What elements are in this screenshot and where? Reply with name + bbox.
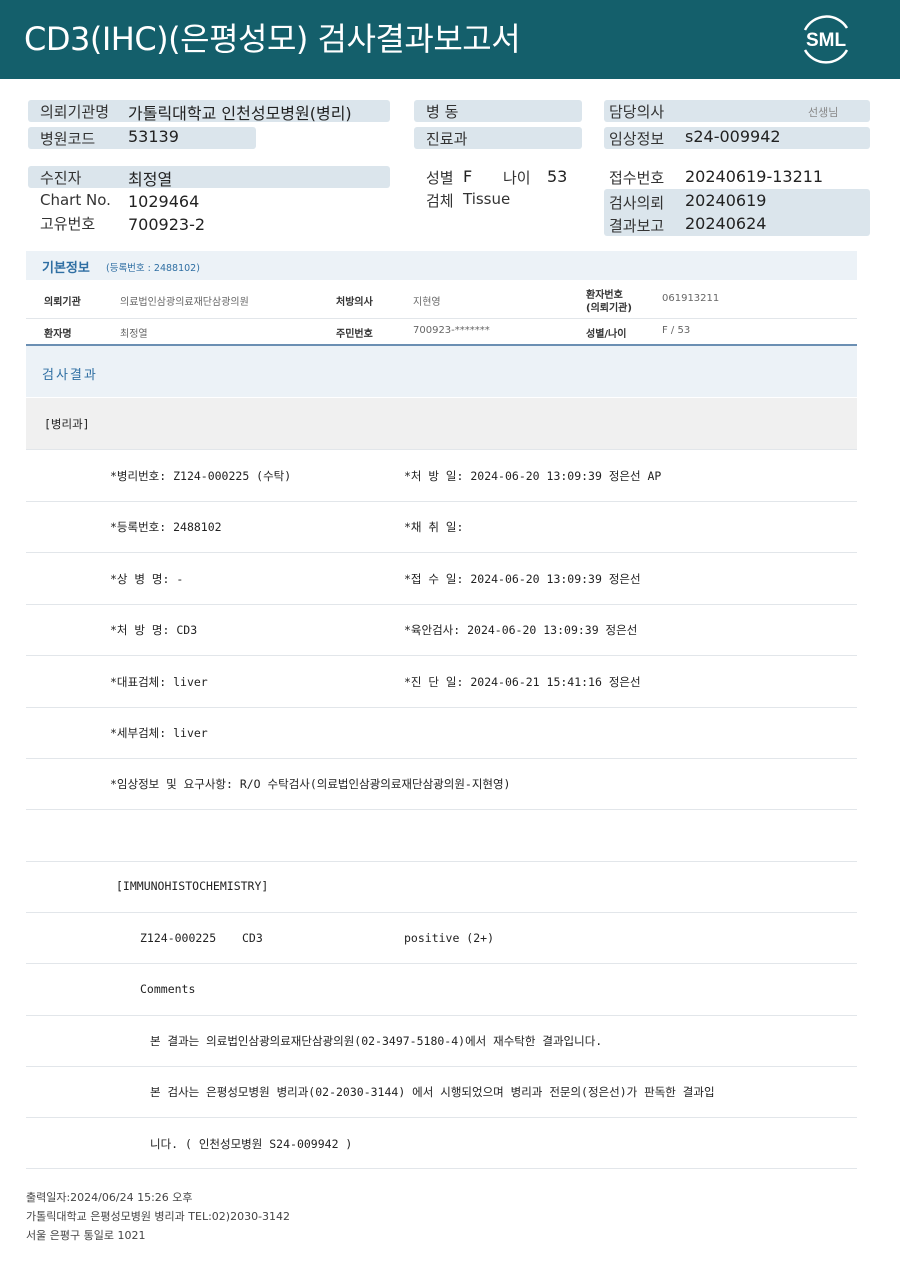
- patient-value: 최정열: [128, 170, 173, 189]
- row-divider: [26, 1168, 857, 1169]
- row-divider: [26, 912, 857, 913]
- row-divider: [26, 501, 857, 502]
- requester-label: 의뢰기관명: [40, 103, 110, 121]
- row-divider: [26, 655, 857, 656]
- report-title: CD3(IHC)(은평성모) 검사결과보고서: [24, 20, 521, 58]
- prescriber-label: 처방의사: [336, 297, 373, 308]
- unique-value: 700923-2: [128, 215, 206, 234]
- results-title: 검사결과: [42, 368, 98, 383]
- comments-label: Comments: [140, 982, 196, 996]
- result-row-left: *병리번호: Z124-000225 (수탁): [110, 469, 292, 483]
- doctor-suffix: 선생님: [808, 106, 839, 119]
- row-divider: [26, 1117, 857, 1118]
- receipt-value: 20240619-13211: [685, 167, 824, 186]
- prescriber-value: 지현영: [413, 297, 441, 308]
- institution-value: 의료법인삼광의료재단삼광의원: [120, 297, 249, 308]
- row-divider: [26, 552, 857, 553]
- row-divider: [26, 861, 857, 862]
- result-row-right: *진 단 일: 2024-06-21 15:41:16 정은선: [404, 675, 641, 689]
- row-divider: [26, 809, 857, 810]
- specimen-label: 검체: [426, 192, 454, 210]
- requester-value: 가톨릭대학교 인천성모병원(병리): [128, 104, 352, 123]
- basic-info-title: 기본정보: [42, 261, 90, 276]
- receipt-label: 접수번호: [609, 169, 665, 187]
- footer-print-date: 출력일자:2024/06/24 15:26 오후: [26, 1191, 193, 1204]
- rrn-value: 700923-*******: [413, 325, 490, 336]
- age-value: 53: [547, 167, 568, 186]
- chart-value: 1029464: [128, 192, 200, 211]
- row-divider: [26, 707, 857, 708]
- name-label: 환자명: [44, 329, 72, 340]
- report-header: CD3(IHC)(은평성모) 검사결과보고서 SML: [0, 0, 900, 79]
- age-label: 나이: [503, 169, 531, 187]
- row-divider: [26, 604, 857, 605]
- pathology-section-bar: [26, 398, 857, 449]
- basic-info-divider: [26, 318, 857, 319]
- row-divider: [26, 1066, 857, 1067]
- results-title-bar: [26, 346, 857, 397]
- unique-label: 고유번호: [40, 215, 96, 233]
- hospital-code-label: 병원코드: [40, 130, 96, 148]
- result-row-left: *세부검체: liver: [110, 726, 208, 740]
- ihc-result: positive (2+): [404, 931, 495, 945]
- hospital-code-value: 53139: [128, 127, 179, 146]
- comment-line-2: 본 검사는 은평성모병원 병리과(02-2030-3144) 에서 시행되었으며…: [150, 1085, 715, 1099]
- result-row-left: *처 방 명: CD3: [110, 623, 198, 637]
- patient-label: 수진자: [40, 169, 82, 187]
- sml-logo: SML: [797, 12, 855, 66]
- result-row-left: *등록번호: 2488102: [110, 520, 222, 534]
- clinical-label: 임상정보: [609, 130, 665, 148]
- footer-department: 가톨릭대학교 은평성모병원 병리과 TEL:02)2030-3142: [26, 1210, 291, 1223]
- clinical-value: s24-009942: [685, 127, 781, 146]
- request-label: 검사의뢰: [609, 194, 665, 212]
- sexage-value: F / 53: [662, 325, 691, 336]
- ihc-marker: CD3: [242, 931, 263, 945]
- request-value: 20240619: [685, 191, 767, 210]
- institution-label: 의뢰기관: [44, 297, 81, 308]
- sexage-label: 성별/나이: [586, 329, 627, 340]
- chart-label: Chart No.: [40, 191, 111, 209]
- pathology-section-label: [병리과]: [44, 417, 90, 431]
- name-value: 최정열: [120, 329, 148, 340]
- comment-line-1: 본 결과는 의료법인삼광의료재단삼광의원(02-3497-5180-4)에서 재…: [150, 1034, 603, 1048]
- sex-value: F: [463, 167, 473, 186]
- result-row-left: *임상정보 및 요구사항: R/O 수탁검사(의료법인삼광의료재단삼광의원-지현…: [110, 777, 511, 791]
- sex-label: 성별: [426, 169, 454, 187]
- row-divider: [26, 1015, 857, 1016]
- patient-pill: [28, 166, 390, 188]
- specimen-value: Tissue: [463, 190, 511, 208]
- logo-text: SML: [806, 30, 847, 51]
- footer-address: 서울 은평구 통일로 1021: [26, 1229, 146, 1242]
- ward-label: 병 동: [426, 103, 459, 121]
- doctor-label: 담당의사: [609, 103, 665, 121]
- ihc-title: [IMMUNOHISTOCHEMISTRY]: [116, 879, 269, 893]
- report-value: 20240624: [685, 214, 767, 233]
- ihc-id: Z124-000225: [140, 931, 217, 945]
- result-row-left: *상 병 명: -: [110, 572, 184, 586]
- result-row-left: *대표검체: liver: [110, 675, 208, 689]
- row-divider: [26, 758, 857, 759]
- patient-no-value: 061913211: [662, 293, 720, 304]
- comment-line-3: 니다. ( 인천성모병원 S24-009942 ): [150, 1137, 353, 1151]
- patient-no-sub: (의뢰기관): [586, 303, 632, 314]
- department-label: 진료과: [426, 130, 468, 148]
- rrn-label: 주민번호: [336, 329, 373, 340]
- result-row-right: *육안검사: 2024-06-20 13:09:39 정은선: [404, 623, 638, 637]
- row-divider: [26, 449, 857, 450]
- reg-note: (등록번호 : 2488102): [106, 263, 200, 274]
- row-divider: [26, 963, 857, 964]
- result-row-right: *접 수 일: 2024-06-20 13:09:39 정은선: [404, 572, 641, 586]
- result-row-right: *처 방 일: 2024-06-20 13:09:39 정은선 AP: [404, 469, 662, 483]
- report-label: 결과보고: [609, 217, 665, 235]
- result-row-right: *채 취 일:: [404, 520, 464, 534]
